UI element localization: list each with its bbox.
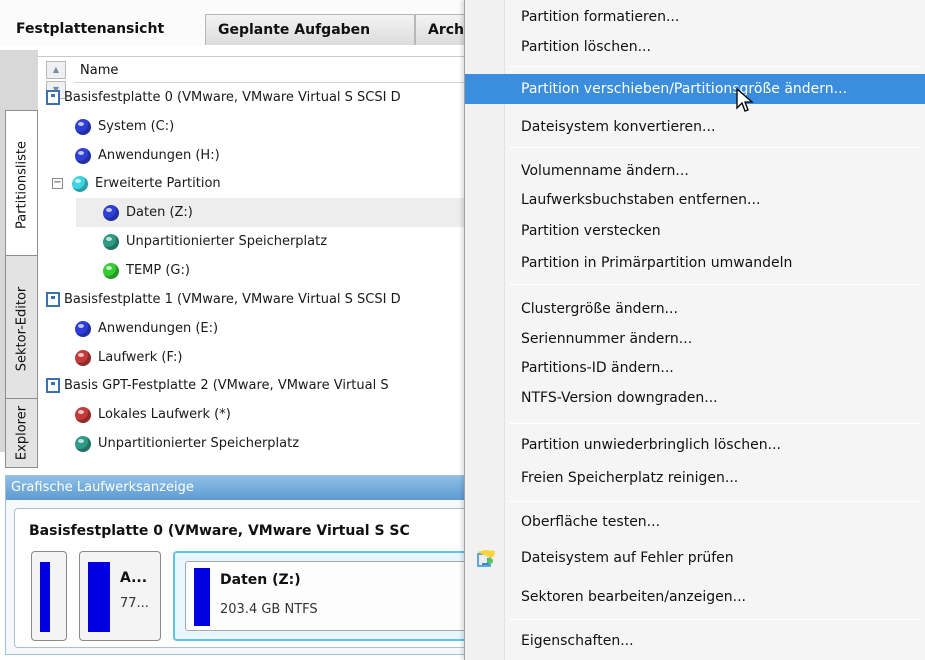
tree-row-label: Unpartitionierter Speicherplatz [126, 234, 328, 249]
check-filesystem-icon [477, 550, 495, 567]
tree-row-disk[interactable]: Basisfestplatte 1 (VMware, VMware Virtua… [46, 285, 401, 314]
graphic-disk-panel[interactable]: Basisfestplatte 0 (VMware, VMware Virtua… [14, 508, 475, 648]
menu-item-convert-filesystem[interactable]: Dateisystem konvertieren... [465, 112, 925, 142]
menu-separator [509, 147, 921, 148]
partition-icon [72, 146, 94, 166]
tree-row-partition[interactable]: Lokales Laufwerk (*) [72, 400, 231, 429]
partition-icon [72, 117, 94, 137]
side-tab-sektor-editor[interactable]: Sektor-Editor [5, 255, 38, 403]
graphic-partition-size: 77... [120, 596, 149, 611]
tree-row-label: Lokales Laufwerk (*) [98, 407, 231, 422]
graphic-drive-view: Grafische Laufwerksanzeige Basisfestplat… [5, 475, 475, 655]
side-tab-partitionsliste[interactable]: Partitionsliste [5, 110, 38, 260]
mouse-cursor-icon [736, 88, 754, 112]
menu-item-properties[interactable]: Eigenschaften... [465, 626, 925, 656]
tree-row-label: Anwendungen (E:) [98, 321, 219, 336]
graphic-partition-info: 203.4 GB NTFS [220, 602, 318, 617]
partition-usage-bar [194, 568, 210, 626]
scroll-up-button[interactable]: ▲ [46, 61, 66, 79]
menu-item-convert-primary[interactable]: Partition in Primärpartition umwandeln [465, 248, 925, 278]
menu-item-check-filesystem[interactable]: Dateisystem auf Fehler prüfen [465, 543, 925, 573]
partition-icon [72, 348, 94, 368]
tree-row-label: Unpartitionierter Speicherplatz [98, 436, 300, 451]
partition-icon [100, 232, 122, 252]
side-tab-label: Explorer [14, 405, 29, 461]
context-menu: Partition formatieren... Partition lösch… [464, 0, 925, 660]
side-tab-explorer[interactable]: Explorer [5, 398, 38, 468]
tree-row-partition[interactable]: System (C:) [72, 112, 174, 141]
graphic-partition-name: Daten (Z:) [220, 572, 301, 588]
disk-icon [46, 378, 60, 393]
graphic-partition-name: A... [120, 570, 148, 586]
disk-icon [46, 292, 60, 307]
tree-row-partition[interactable]: Anwendungen (H:) [72, 141, 220, 170]
tree-row-label: Erweiterte Partition [95, 176, 221, 191]
column-header-name[interactable]: Name [74, 61, 470, 83]
graphic-partition-inner: Daten (Z:) 203.4 GB NTFS [185, 561, 475, 631]
tree-row-label: TEMP (G:) [126, 263, 190, 278]
tree-row-extended[interactable]: − Erweiterte Partition [52, 169, 221, 198]
tree-row-partition[interactable]: Unpartitionierter Speicherplatz [100, 227, 327, 256]
menu-item-label: Dateisystem auf Fehler prüfen [521, 550, 734, 566]
tree-row-label: Anwendungen (H:) [98, 148, 220, 163]
tree-row-label: Basisfestplatte 1 (VMware, VMware Virtua… [64, 292, 401, 307]
partition-tree: ▲ ▼ Name Basisfestplatte 0 (VMware, VMwa… [38, 56, 470, 452]
tree-row-partition[interactable]: Laufwerk (F:) [72, 343, 182, 372]
menu-item-surface-test[interactable]: Oberfläche testen... [465, 507, 925, 537]
menu-item-cluster-size[interactable]: Clustergröße ändern... [465, 294, 925, 324]
side-tab-bar: Partitionsliste Sektor-Editor Explorer [0, 50, 38, 468]
graphic-disk-name: Basisfestplatte 0 (VMware, VMware Virtua… [29, 523, 410, 539]
graphic-partition-block[interactable] [31, 551, 67, 641]
collapse-icon[interactable]: − [52, 178, 63, 189]
tree-row-partition-selected[interactable]: Daten (Z:) [76, 198, 470, 227]
view-tab-bar: Festplattenansicht Geplante Aufgaben Arc… [0, 0, 475, 45]
tree-row-label: Laufwerk (F:) [98, 350, 183, 365]
graphic-partition-selected[interactable]: Daten (Z:) 203.4 GB NTFS [173, 551, 475, 641]
side-tab-label: Partitionsliste [14, 140, 29, 230]
tree-row-disk[interactable]: Basisfestplatte 0 (VMware, VMware Virtua… [46, 83, 401, 112]
partition-usage-bar [40, 562, 50, 632]
menu-item-hide[interactable]: Partition verstecken [465, 216, 925, 246]
menu-separator [509, 66, 921, 67]
menu-separator [509, 619, 921, 620]
menu-item-resize[interactable]: Partition verschieben/Partitionsgröße än… [465, 74, 925, 104]
menu-separator [509, 501, 921, 502]
partition-icon [100, 261, 122, 281]
menu-item-serial-number[interactable]: Seriennummer ändern... [465, 324, 925, 354]
menu-item-partition-id[interactable]: Partitions-ID ändern... [465, 353, 925, 383]
tree-row-label: Daten (Z:) [126, 205, 193, 220]
tree-row-partition[interactable]: TEMP (G:) [100, 256, 190, 285]
tab-festplattenansicht[interactable]: Festplattenansicht [8, 14, 203, 45]
partition-icon [72, 434, 94, 453]
menu-item-remove-letter[interactable]: Laufwerksbuchstaben entfernen... [465, 185, 925, 215]
graphic-view-title: Grafische Laufwerksanzeige [6, 476, 469, 500]
tree-row-partition[interactable]: Unpartitionierter Speicherplatz [72, 429, 299, 452]
tree-row-partition[interactable]: Anwendungen (E:) [72, 314, 218, 343]
menu-separator [509, 423, 921, 424]
menu-item-format[interactable]: Partition formatieren... [465, 2, 925, 32]
menu-item-change-label[interactable]: Volumenname ändern... [465, 156, 925, 186]
tree-row-disk[interactable]: Basis GPT-Festplatte 2 (VMware, VMware V… [46, 371, 389, 400]
menu-item-delete[interactable]: Partition löschen... [465, 32, 925, 62]
menu-item-wipe-partition[interactable]: Partition unwiederbringlich löschen... [465, 430, 925, 460]
partition-icon [69, 174, 91, 194]
partition-icon [72, 405, 94, 425]
graphic-partition-block[interactable]: A... 77... [79, 551, 161, 641]
partition-icon [72, 319, 94, 339]
menu-item-wipe-free-space[interactable]: Freien Speicherplatz reinigen... [465, 463, 925, 493]
menu-item-edit-sectors[interactable]: Sektoren bearbeiten/anzeigen... [465, 582, 925, 612]
tree-row-label: Basis GPT-Festplatte 2 (VMware, VMware V… [64, 378, 389, 393]
side-tab-label: Sektor-Editor [14, 286, 29, 372]
partition-icon [100, 203, 122, 223]
menu-separator [509, 284, 921, 285]
partition-usage-bar [88, 562, 110, 632]
tree-row-label: System (C:) [98, 119, 175, 134]
tree-row-label: Basisfestplatte 0 (VMware, VMware Virtua… [64, 90, 401, 105]
menu-item-ntfs-downgrade[interactable]: NTFS-Version downgraden... [465, 383, 925, 413]
tab-geplante-aufgaben[interactable]: Geplante Aufgaben [205, 14, 415, 45]
disk-icon [46, 90, 60, 105]
